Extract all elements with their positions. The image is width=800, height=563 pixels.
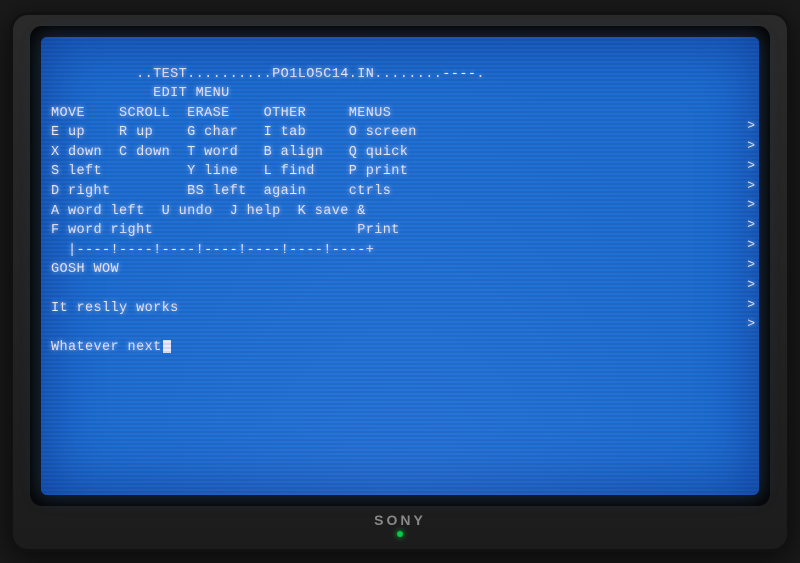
line-13: It reslly works: [51, 301, 179, 316]
chevron-7: >: [747, 236, 755, 255]
tv-screen: ..TEST..........PO1LO5C14.IN........----…: [41, 37, 759, 495]
chevron-3: >: [747, 157, 755, 176]
line-8: A word left U undo J help K save &: [51, 204, 366, 219]
line-11: GOSH WOW: [51, 262, 119, 277]
chevron-10: >: [747, 296, 755, 315]
cursor-block: [163, 340, 171, 353]
chevron-9: >: [747, 276, 755, 295]
line-3: MOVE SCROLL ERASE OTHER MENUS: [51, 106, 391, 121]
chevron-6: >: [747, 216, 755, 235]
chevron-4: >: [747, 177, 755, 196]
line-10: |----!----!----!----!----!----!----+: [51, 243, 374, 258]
chevron-1: >: [747, 117, 755, 136]
tv-bottom-panel: SONY: [374, 512, 426, 537]
line-1: ..TEST..........PO1LO5C14.IN........----…: [136, 67, 485, 82]
power-led: [397, 531, 403, 537]
chevron-2: >: [747, 137, 755, 156]
tv-monitor: ..TEST..........PO1LO5C14.IN........----…: [10, 12, 790, 552]
line-4: E up R up G char I tab O screen: [51, 125, 417, 140]
chevrons-column: > > > > > > > > > > >: [747, 117, 755, 334]
line-15: Whatever next: [51, 340, 162, 355]
line-5: X down C down T word B align Q quick: [51, 145, 408, 160]
chevron-11: >: [747, 315, 755, 334]
chevron-5: >: [747, 196, 755, 215]
chevron-8: >: [747, 256, 755, 275]
line-6: S left Y line L find P print: [51, 164, 408, 179]
line-2: EDIT MENU: [51, 86, 230, 101]
line-9: F word right Print: [51, 223, 400, 238]
tv-bezel: ..TEST..........PO1LO5C14.IN........----…: [30, 26, 770, 506]
screen-content: ..TEST..........PO1LO5C14.IN........----…: [51, 45, 749, 487]
line-7: D right BS left again ctrls: [51, 184, 391, 199]
screen-text-display: ..TEST..........PO1LO5C14.IN........----…: [51, 45, 749, 378]
tv-brand-label: SONY: [374, 512, 426, 528]
